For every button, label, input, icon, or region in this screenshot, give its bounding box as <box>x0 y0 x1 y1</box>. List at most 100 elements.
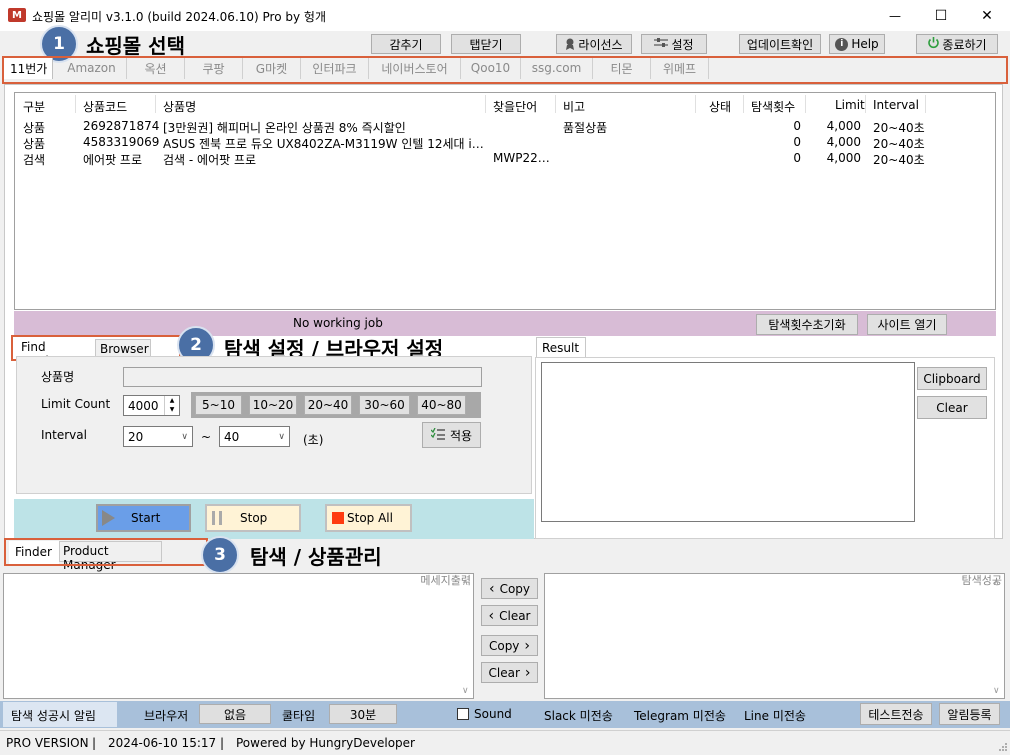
settings-button[interactable]: 설정 <box>641 34 707 54</box>
apply-label: 적용 <box>449 428 473 443</box>
stop-all-button[interactable]: Stop All <box>325 504 412 532</box>
message-output-panel[interactable]: 메세지출력 ∧ ∨ <box>3 573 474 699</box>
scroll-down-icon[interactable]: ∨ <box>993 686 1000 696</box>
copy-right-button[interactable]: Copy › <box>481 635 538 656</box>
job-status-text: No working job <box>293 316 383 330</box>
scroll-down-icon[interactable]: ∨ <box>462 686 469 696</box>
start-button[interactable]: Start <box>96 504 191 532</box>
tab-result[interactable]: Result <box>536 337 586 358</box>
maximize-button[interactable]: ☐ <box>918 0 964 31</box>
edition-label: PRO VERSION <box>6 736 89 750</box>
cell-keyword: MWP22… <box>493 151 550 165</box>
interval-from-select[interactable]: 20 ∨ <box>123 426 193 447</box>
highlight-bottom-tabs <box>4 538 208 566</box>
clipboard-button[interactable]: Clipboard <box>917 367 987 390</box>
footer-separator: | <box>92 736 97 750</box>
preset-30-60-button[interactable]: 30~60 <box>359 395 410 415</box>
result-clear-button[interactable]: Clear <box>917 396 987 419</box>
copy-right-label: Copy <box>488 638 520 653</box>
power-icon <box>927 36 940 52</box>
product-table[interactable]: 구분 상품코드 상품명 찾을단어 비고 상태 탐색횟수 Limit Interv… <box>14 92 996 310</box>
col-limit[interactable]: Limit <box>835 98 865 112</box>
close-window-button[interactable]: ✕ <box>964 0 1010 31</box>
scroll-up-icon[interactable]: ∧ <box>993 578 1000 588</box>
col-status[interactable]: 상태 <box>709 98 731 115</box>
col-name[interactable]: 상품명 <box>163 98 196 115</box>
app-logo-text: M <box>12 9 22 21</box>
footer-datetime: 2024-06-10 15:17 <box>108 736 217 750</box>
clear-left-button[interactable]: ‹ Clear <box>481 605 538 626</box>
table-row[interactable]: 상품 4583319069 ASUS 젠북 프로 듀오 UX8402ZA-M31… <box>15 133 995 151</box>
cell-interval: 20~40초 <box>873 153 925 167</box>
cell-limit: 4,000 <box>826 119 861 133</box>
quit-button[interactable]: 종료하기 <box>916 34 998 54</box>
open-site-button[interactable]: 사이트 열기 <box>867 314 947 335</box>
annotation-text-3: 탐색 / 상품관리 <box>250 545 382 569</box>
success-output-panel[interactable]: 탐색성공 ∧ ∨ <box>544 573 1005 699</box>
minimize-button[interactable]: — <box>872 0 918 31</box>
reset-count-button[interactable]: 탐색횟수초기화 <box>756 314 858 335</box>
stepper-down-icon[interactable]: ▼ <box>165 405 179 414</box>
register-alert-button[interactable]: 알림등록 <box>939 703 1000 725</box>
success-scrollbar[interactable]: ∧ ∨ <box>990 574 1004 698</box>
maximize-icon: ☐ <box>934 7 948 24</box>
success-alert-label: 탐색 성공시 알림 <box>3 702 117 727</box>
play-icon <box>102 510 115 526</box>
resize-grip-icon[interactable] <box>998 741 1008 751</box>
col-note[interactable]: 비고 <box>563 98 585 115</box>
table-row[interactable]: 상품 2692871874 [3만원권] 해피머니 온라인 상품권 8% 즉시할… <box>15 117 995 135</box>
result-textarea[interactable] <box>541 362 915 522</box>
preset-10-20-button[interactable]: 10~20 <box>249 395 297 415</box>
product-name-input[interactable] <box>123 367 482 387</box>
interval-unit: (초) <box>303 433 324 447</box>
cell-search-count: 0 <box>793 135 801 149</box>
clear-right-label: Clear <box>488 665 520 680</box>
chevron-right-icon: › <box>524 637 531 654</box>
window-title: 쇼핑몰 알리미 v3.1.0 (build 2024.06.10) Pro by… <box>32 10 326 24</box>
preset-20-40-button[interactable]: 20~40 <box>304 395 352 415</box>
preset-5-10-button[interactable]: 5~10 <box>195 395 242 415</box>
browser-label: 브라우저 <box>144 709 189 723</box>
help-button[interactable]: i Help <box>829 34 885 54</box>
copy-left-label: Copy <box>499 581 531 596</box>
apply-button[interactable]: 적용 <box>422 422 481 448</box>
limit-count-stepper[interactable]: ▲ ▼ <box>164 396 179 415</box>
col-search-count[interactable]: 탐색횟수 <box>751 98 795 115</box>
cell-type: 검색 <box>23 153 46 167</box>
table-row[interactable]: 검색 에어팟 프로 검색 - 에어팟 프로 MWP22… 0 4,000 20~… <box>15 149 995 167</box>
start-label: Start <box>131 511 161 525</box>
footer-credit: Powered by HungryDeveloper <box>236 736 415 750</box>
close-tab-button[interactable]: 탭닫기 <box>451 34 521 54</box>
copy-left-button[interactable]: ‹ Copy <box>481 578 538 599</box>
col-type[interactable]: 구분 <box>23 98 45 115</box>
col-keyword[interactable]: 찾을단어 <box>493 98 537 115</box>
limit-count-label: Limit Count <box>41 397 111 411</box>
slack-status: Slack 미전송 <box>544 709 613 723</box>
cell-limit: 4,000 <box>826 135 861 149</box>
minimize-icon: — <box>889 8 901 23</box>
stepper-up-icon[interactable]: ▲ <box>165 396 179 405</box>
update-check-button[interactable]: 업데이트확인 <box>739 34 821 54</box>
ribbon-icon <box>565 38 575 50</box>
limit-count-value: 4000 <box>128 398 159 413</box>
sound-checkbox[interactable] <box>457 708 469 720</box>
stop-button[interactable]: Stop <box>205 504 301 532</box>
chevron-left-icon: ‹ <box>488 607 495 624</box>
cell-code: 에어팟 프로 <box>83 153 143 167</box>
col-code[interactable]: 상품코드 <box>83 98 127 115</box>
cell-search-count: 0 <box>793 119 801 133</box>
stop-square-icon <box>332 512 344 524</box>
hide-button[interactable]: 감추기 <box>371 34 441 54</box>
preset-40-80-button[interactable]: 40~80 <box>417 395 466 415</box>
message-scrollbar[interactable]: ∧ ∨ <box>459 574 473 698</box>
test-send-button[interactable]: 테스트전송 <box>860 703 932 725</box>
interval-to-select[interactable]: 40 ∨ <box>219 426 290 447</box>
clear-right-button[interactable]: Clear › <box>481 662 538 683</box>
footer-status: PRO VERSION | 2024-06-10 15:17 | Powered… <box>0 730 1010 753</box>
col-interval[interactable]: Interval <box>873 98 919 112</box>
license-button[interactable]: 라이선스 <box>556 34 632 54</box>
cell-code: 2692871874 <box>83 119 160 133</box>
browser-value-button[interactable]: 없음 <box>199 704 271 724</box>
cooltime-value-button[interactable]: 30분 <box>329 704 397 724</box>
scroll-up-icon[interactable]: ∧ <box>462 578 469 588</box>
